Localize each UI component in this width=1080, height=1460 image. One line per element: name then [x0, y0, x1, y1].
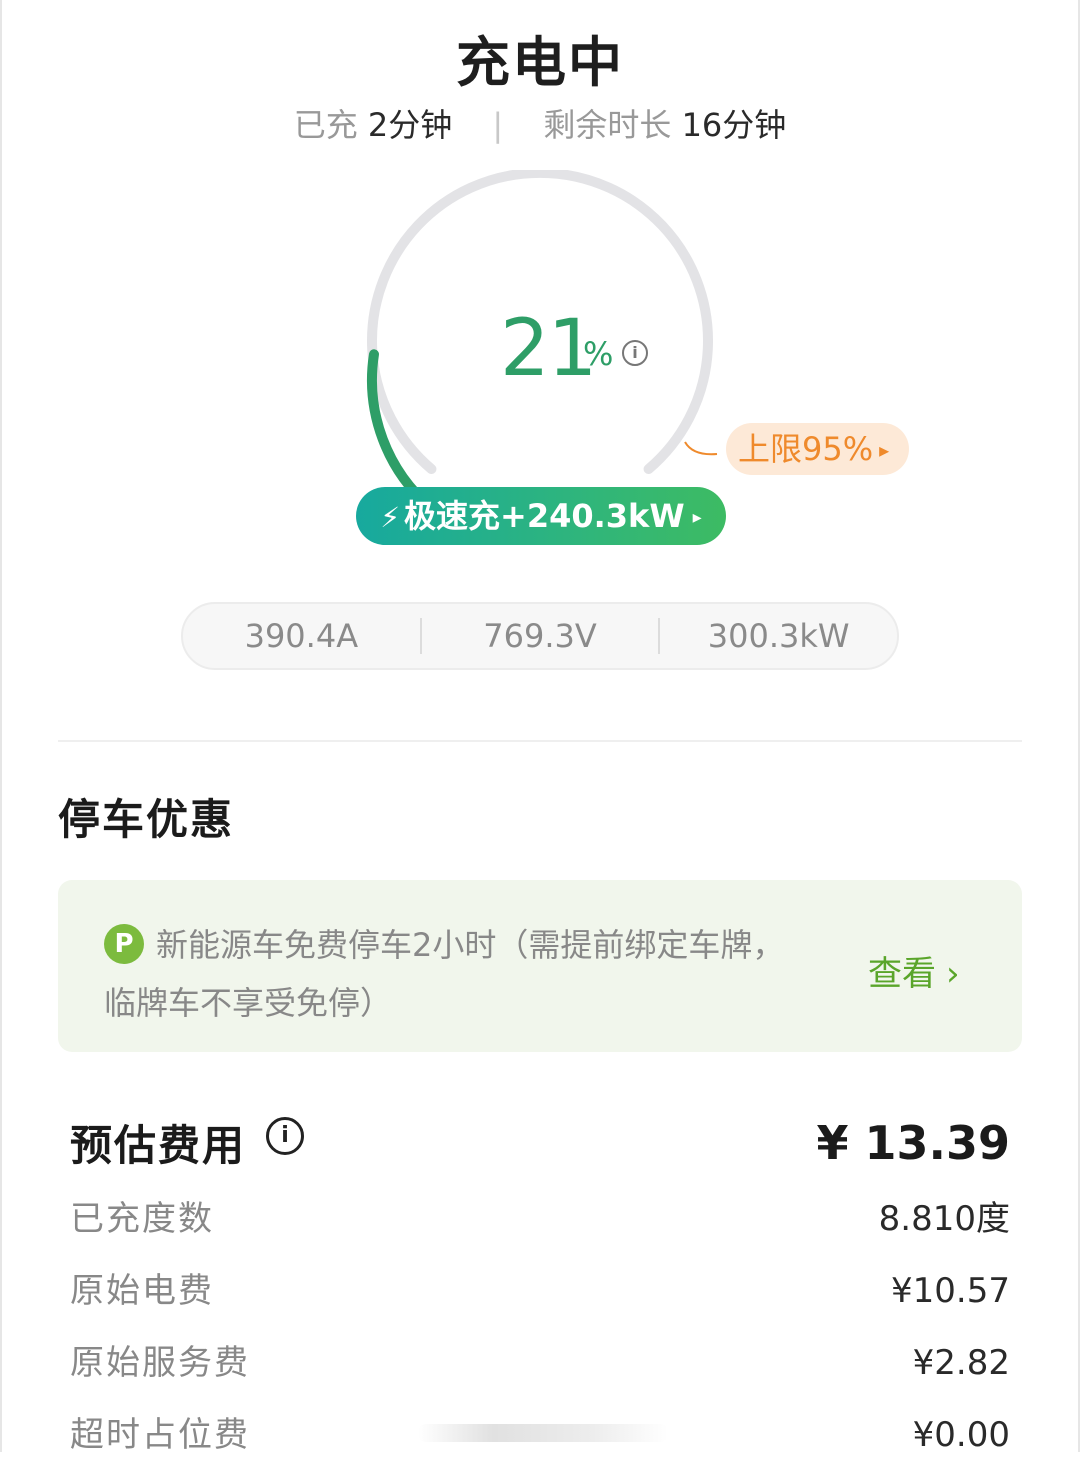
chevron-right-icon: › [946, 954, 960, 994]
section-divider [58, 740, 1022, 742]
lightning-icon: ⚡ [380, 501, 400, 534]
estimated-fee-title: 预估费用 [70, 1121, 247, 1170]
charged-time-label: 已充 [293, 106, 358, 144]
battery-info-icon[interactable]: i [622, 340, 648, 366]
view-link-label: 查看 [868, 954, 936, 994]
estimated-fee-total: ¥ 13.39 [816, 1116, 1010, 1170]
charging-metrics: 390.4A 769.3V 300.3kW [181, 602, 899, 670]
fee-row-label: 超时占位费 [70, 1415, 250, 1455]
charged-time-value: 2分钟 [367, 106, 453, 144]
fee-row: 已充度数 8.810度 [70, 1194, 1010, 1244]
current-value: 390.4A [244, 617, 359, 655]
parking-offer-text: 新能源车免费停车2小时（需提前绑定车牌，临牌车不享受免停） [104, 926, 785, 1022]
fee-row: 原始服务费 ¥2.82 [70, 1338, 1010, 1388]
fee-row-value: 8.810度 [878, 1199, 1010, 1239]
fee-row-label: 原始服务费 [70, 1343, 250, 1383]
remaining-time-value: 16分钟 [681, 106, 787, 144]
fee-row: 原始电费 ¥10.57 [70, 1266, 1010, 1316]
fee-row-value: ¥2.82 [912, 1343, 1010, 1383]
scroll-indicator [418, 1424, 668, 1442]
fee-row-label: 原始电费 [70, 1271, 214, 1311]
page-title: 充电中 [456, 31, 624, 94]
fee-row-value: ¥0.00 [912, 1415, 1010, 1455]
charge-limit-button[interactable]: 上限95% ▸ [726, 423, 910, 475]
percent-sign: % [583, 335, 614, 373]
fast-charge-label: 极速充+240.3kW [404, 497, 685, 535]
fee-row-label: 已充度数 [70, 1199, 214, 1239]
triangle-right-icon: ▸ [692, 507, 702, 528]
limit-connector-line [684, 441, 718, 456]
frame-edge [0, 0, 2, 1452]
fast-charge-button[interactable]: ⚡ 极速充+240.3kW ▸ [356, 487, 726, 545]
battery-percent: 21 [500, 304, 597, 394]
triangle-right-icon: ▸ [879, 438, 890, 462]
view-parking-button[interactable]: 查看 › [868, 946, 960, 995]
fee-info-icon[interactable]: i [266, 1117, 304, 1155]
fee-row-value: ¥10.57 [891, 1271, 1010, 1311]
voltage-value: 769.3V [483, 617, 597, 655]
charge-time-summary: 已充 2分钟 | 剩余时长 16分钟 [0, 100, 1080, 146]
charge-limit-label: 上限95% [738, 430, 874, 468]
power-value: 300.3kW [707, 617, 850, 655]
time-separator: | [492, 106, 504, 144]
remaining-time-label: 剩余时长 [543, 106, 672, 144]
parking-section-title: 停车优惠 [58, 795, 235, 844]
